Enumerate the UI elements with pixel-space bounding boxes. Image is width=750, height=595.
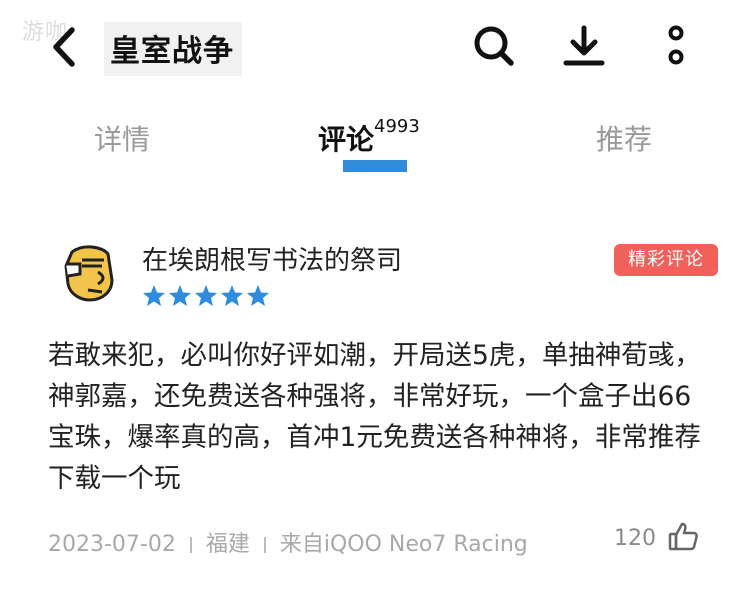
more-button[interactable] [652, 22, 700, 70]
rating-stars [142, 284, 272, 308]
comment-device: 来自iQOO Neo7 Racing [279, 532, 528, 557]
active-tab-indicator [343, 160, 407, 172]
download-button[interactable] [560, 22, 608, 70]
like-button[interactable] [667, 520, 699, 552]
tab-details[interactable]: 详情 [94, 118, 150, 158]
search-button[interactable] [470, 22, 518, 70]
featured-comment-badge: 精彩评论 [614, 244, 718, 276]
page-title: 皇室战争 [110, 34, 234, 69]
tab-comments[interactable]: 评论4993 [318, 116, 420, 158]
comment-text: 若敢来犯，必叫你好评如潮，开局送5虎，单抽神荀彧，神郭嘉，还免费送各种强将，非常… [48, 340, 701, 494]
meta-divider [189, 537, 192, 553]
star-icon [221, 285, 243, 306]
back-icon [53, 27, 75, 67]
top-bar: 游咖 皇室战争 [0, 0, 750, 95]
star-icon [143, 285, 165, 306]
tab-comments-label: 评论 [318, 123, 375, 156]
comment-date: 2023-07-02 [48, 532, 176, 557]
tab-recommend[interactable]: 推荐 [596, 118, 652, 158]
comment-meta: 2023-07-02 福建 来自iQOO Neo7 Racing [48, 526, 528, 558]
star-icon [195, 285, 217, 306]
star-icon [247, 285, 269, 306]
avatar[interactable] [58, 240, 122, 304]
thumbs-up-icon [668, 522, 698, 551]
star-icon [169, 285, 191, 306]
avatar-illustration [64, 245, 114, 302]
username[interactable]: 在埃朗根写书法的祭司 [142, 240, 402, 277]
more-icon [668, 25, 684, 65]
like-count: 120 [614, 526, 656, 551]
comment-location: 福建 [205, 532, 250, 557]
back-button[interactable] [44, 24, 84, 70]
search-icon [474, 26, 514, 66]
download-icon [563, 25, 605, 66]
meta-divider [263, 537, 266, 553]
comment-count: 4993 [374, 116, 420, 137]
